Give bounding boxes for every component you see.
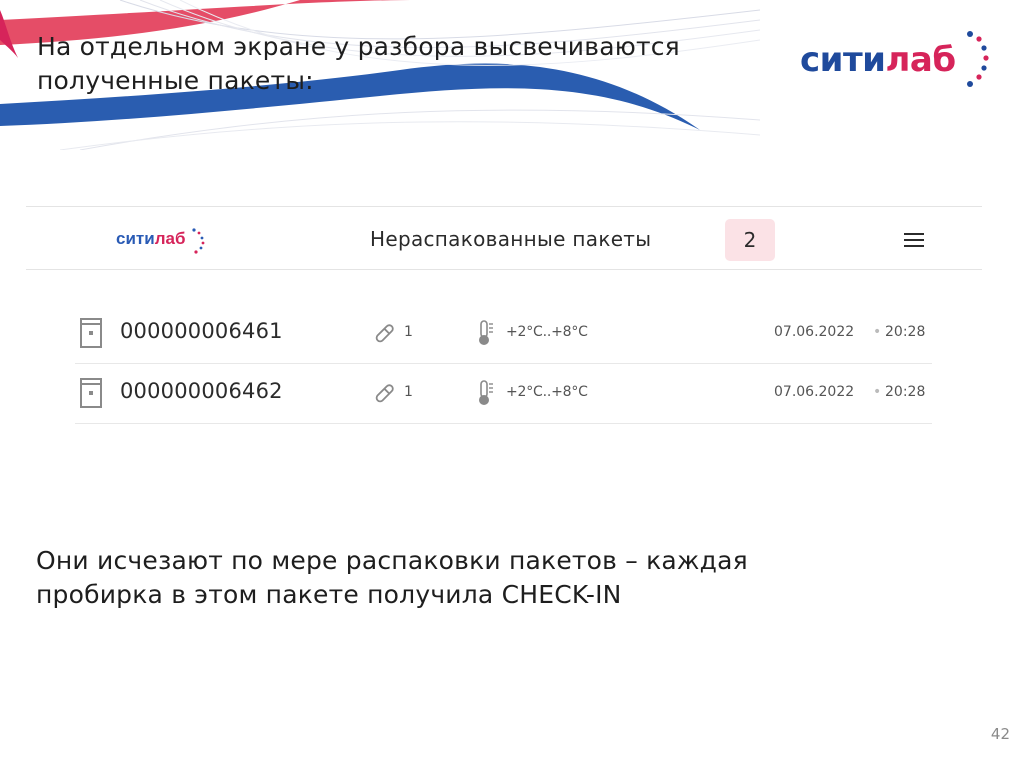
thermometer-icon — [479, 380, 493, 405]
temperature-range: +2°C..+8°C — [506, 324, 588, 340]
page-number: 42 — [990, 725, 1010, 743]
date-time-separator: • — [873, 324, 882, 340]
thermometer-icon — [479, 320, 493, 345]
date-time-separator: • — [873, 384, 882, 400]
package-time: 20:28 — [885, 324, 926, 340]
app-logo-dots-icon — [192, 228, 205, 254]
app-header: ситилаб Нераспакованные пакеты 2 — [26, 206, 982, 270]
brand-dots-icon — [967, 31, 989, 87]
brand-logo-part2: лаб — [885, 40, 957, 80]
package-date: 07.06.2022 — [774, 384, 855, 400]
package-icon — [80, 318, 102, 348]
package-date: 07.06.2022 — [774, 324, 855, 340]
tube-count: 1 — [404, 324, 413, 340]
app-logo-part2: лаб — [154, 229, 186, 248]
package-time: 20:28 — [885, 384, 926, 400]
tube-count: 1 — [404, 384, 413, 400]
package-id: 000000006461 — [120, 319, 283, 343]
package-icon — [80, 378, 102, 408]
package-row[interactable]: 000000006461 1 +2°C..+8°C 07.06.2022 • 2… — [75, 304, 932, 364]
package-id: 000000006462 — [120, 379, 283, 403]
app-header-title: Нераспакованные пакеты — [370, 227, 652, 251]
slide-title: На отдельном экране у разбора высвечиваю… — [37, 32, 680, 95]
slide-body-text: Они исчезают по мере распаковки пакетов … — [36, 546, 748, 609]
package-row[interactable]: 000000006462 1 +2°C..+8°C 07.06.2022 • 2… — [75, 364, 932, 424]
hamburger-icon — [904, 233, 924, 235]
brand-logo: ситилаб — [800, 28, 1000, 92]
brand-logo-part1: сити — [800, 40, 886, 80]
app-logo: ситилаб — [116, 227, 212, 254]
test-tube-icon — [375, 384, 394, 403]
app-logo-part1: сити — [116, 229, 155, 248]
test-tube-icon — [375, 324, 394, 343]
package-count-badge: 2 — [725, 219, 775, 261]
hamburger-menu-button[interactable] — [902, 231, 928, 249]
temperature-range: +2°C..+8°C — [506, 384, 588, 400]
packages-app: ситилаб Нераспакованные пакеты 2 0000000… — [26, 206, 982, 436]
